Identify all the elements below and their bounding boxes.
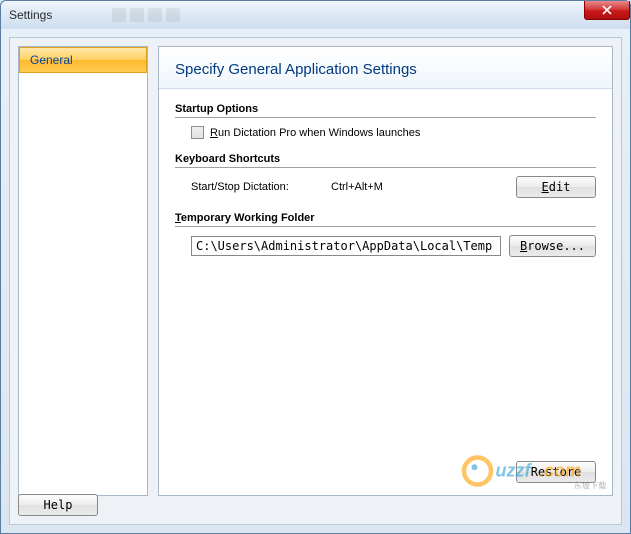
sidebar-item-label: General [30,53,73,67]
settings-window: Settings General Specify General Applica… [0,0,631,534]
sidebar: General [18,46,148,496]
titlebar-background-icons [112,8,180,22]
content-panel: Specify General Application Settings Sta… [158,46,613,496]
content-frame: General Specify General Application Sett… [9,37,622,525]
folder-title: Temporary Working Folder [175,212,596,227]
run-on-launch-checkbox[interactable] [191,126,204,139]
startup-title: Startup Options [175,103,596,118]
keyboard-title: Keyboard Shortcuts [175,153,596,168]
folder-path-input[interactable] [191,236,501,256]
shortcut-value: Ctrl+Alt+M [331,181,471,193]
edit-button[interactable]: Edit [516,176,596,198]
titlebar[interactable]: Settings [1,1,630,29]
keyboard-section: Keyboard Shortcuts Start/Stop Dictation:… [175,153,596,198]
browse-button[interactable]: Browse... [509,235,596,257]
folder-section: Temporary Working Folder Browse... [175,212,596,257]
panel-heading: Specify General Application Settings [159,47,612,89]
close-button[interactable] [584,1,630,20]
shortcut-label: Start/Stop Dictation: [191,181,331,193]
sidebar-item-general[interactable]: General [19,47,147,73]
run-on-launch-label: Run Dictation Pro when Windows launches [210,127,420,139]
help-button[interactable]: Help [18,494,98,516]
startup-section: Startup Options Run Dictation Pro when W… [175,103,596,139]
window-title: Settings [9,8,52,22]
restore-button[interactable]: Restore [516,461,596,483]
close-icon [602,5,612,15]
